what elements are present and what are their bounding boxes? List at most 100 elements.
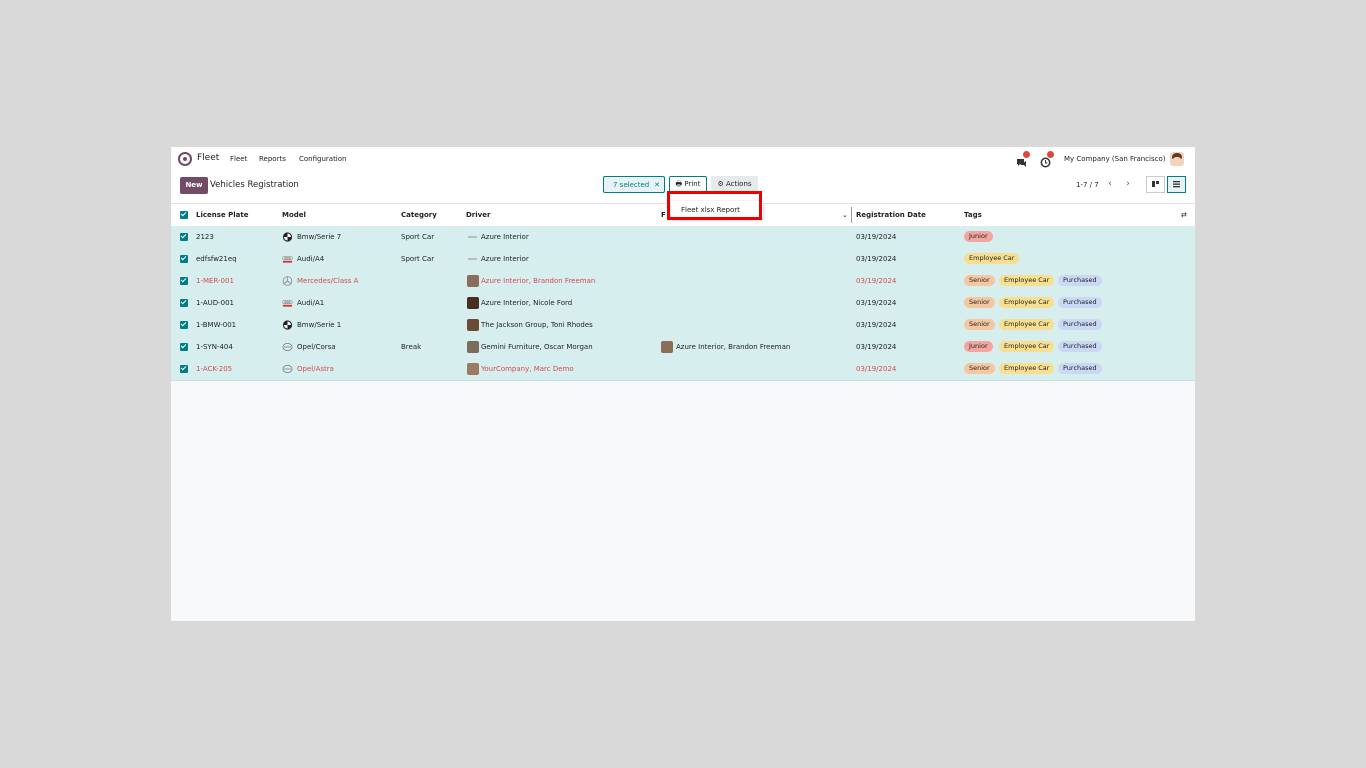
column-driver[interactable]: Driver	[466, 211, 490, 219]
activities-badge	[1047, 151, 1054, 158]
column-model[interactable]: Model	[282, 211, 306, 219]
app-name[interactable]: Fleet	[197, 153, 219, 163]
registration-date: 03/19/2024	[856, 233, 897, 241]
table-row[interactable]: 1-MER-001 Mercedes/Class A Azure Interio…	[171, 270, 1195, 293]
sort-chevron-down-icon[interactable]: ⌄	[842, 211, 848, 219]
table-row[interactable]: 2123 Bmw/Serie 7 Sport Car Azure Interio…	[171, 226, 1195, 249]
column-future-driver[interactable]: F	[661, 211, 666, 219]
model: Bmw/Serie 1	[297, 321, 342, 329]
license-plate: 1-ACK-205	[196, 365, 233, 373]
tag-senior: Senior	[964, 363, 995, 374]
pager-next-icon[interactable]: ›	[1120, 176, 1136, 193]
list-view-button[interactable]	[1167, 176, 1186, 193]
tag-employee-car: Employee Car	[964, 253, 1020, 264]
category: Sport Car	[401, 255, 435, 263]
tag-employee-car: Employee Car	[999, 297, 1055, 308]
mercedes-logo-icon	[282, 276, 293, 286]
menu-fleet[interactable]: Fleet	[230, 155, 247, 163]
top-navbar: Fleet Fleet Reports Configuration My Com…	[171, 147, 1195, 171]
bmw-logo-icon	[282, 320, 293, 330]
column-license-plate[interactable]: License Plate	[196, 211, 248, 219]
messages-icon[interactable]	[1016, 151, 1030, 167]
audi-logo-icon	[282, 300, 293, 307]
registration-date: 03/19/2024	[856, 321, 897, 329]
print-label: Print	[684, 180, 701, 188]
tag-purchased: Purchased	[1058, 297, 1102, 308]
table-row[interactable]: 1-BMW-001 Bmw/Serie 1 The Jackson Group,…	[171, 314, 1195, 337]
row-checkbox[interactable]	[180, 321, 188, 329]
driver: The Jackson Group, Toni Rhodes	[481, 321, 593, 329]
driver: Gemini Furniture, Oscar Morgan	[481, 343, 593, 351]
highlight-box	[667, 191, 762, 220]
opel-logo-icon	[282, 342, 293, 352]
pager-previous-icon[interactable]: ‹	[1102, 176, 1118, 193]
row-checkbox[interactable]	[180, 343, 188, 351]
clear-selection-icon[interactable]: ✕	[654, 177, 660, 194]
registration-date: 03/19/2024	[856, 365, 897, 373]
fleet-app-icon[interactable]	[178, 152, 192, 166]
table-row[interactable]: 1-SYN-404 Opel/Corsa Break Gemini Furnit…	[171, 336, 1195, 359]
driver: YourCompany, Marc Demo	[481, 365, 574, 373]
kanban-view-button[interactable]	[1146, 176, 1165, 193]
tag-senior: Senior	[964, 275, 995, 286]
column-registration-date[interactable]: Registration Date	[856, 211, 926, 219]
tag-senior: Senior	[964, 297, 995, 308]
opel-logo-icon	[282, 364, 293, 374]
printer-icon: 🖶	[675, 180, 683, 188]
row-checkbox[interactable]	[180, 365, 188, 373]
tag-purchased: Purchased	[1058, 275, 1102, 286]
company-logo-icon	[468, 236, 477, 238]
actions-label: Actions	[725, 180, 752, 188]
model: Mercedes/Class A	[297, 277, 359, 285]
future-driver: Azure Interior, Brandon Freeman	[676, 343, 791, 351]
row-checkbox[interactable]	[180, 299, 188, 307]
category: Break	[401, 343, 422, 351]
company-switcher[interactable]: My Company (San Francisco)	[1064, 155, 1165, 163]
bmw-logo-icon	[282, 232, 293, 242]
driver-avatar	[467, 319, 479, 331]
driver-avatar	[467, 341, 479, 353]
menu-reports[interactable]: Reports	[259, 155, 286, 163]
tag-employee-car: Employee Car	[999, 341, 1055, 352]
model: Bmw/Serie 7	[297, 233, 342, 241]
driver: Azure Interior, Brandon Freeman	[481, 277, 596, 285]
row-checkbox[interactable]	[180, 277, 188, 285]
activities-clock-icon[interactable]	[1040, 151, 1054, 168]
column-resize-handle[interactable]	[851, 207, 852, 223]
table-row[interactable]: 1-ACK-205 Opel/Astra YourCompany, Marc D…	[171, 358, 1195, 381]
selection-badge[interactable]: 7 selected ✕	[603, 176, 665, 193]
tag-junior: Junior	[964, 341, 993, 352]
select-all-checkbox[interactable]	[180, 211, 188, 219]
column-category[interactable]: Category	[401, 211, 437, 219]
row-checkbox[interactable]	[180, 255, 188, 263]
model: Opel/Corsa	[297, 343, 336, 351]
table-row[interactable]: 1-AUD-001 Audi/A1 Azure Interior, Nicole…	[171, 292, 1195, 315]
table-row[interactable]: edfsfw21eq Audi/A4 Sport Car Azure Inter…	[171, 248, 1195, 271]
license-plate: 1-BMW-001	[196, 321, 237, 329]
tag-purchased: Purchased	[1058, 341, 1102, 352]
model: Audi/A4	[297, 255, 325, 263]
driver: Azure Interior	[481, 255, 529, 263]
license-plate: edfsfw21eq	[196, 255, 237, 263]
page-title: Vehicles Registration	[210, 180, 299, 190]
driver-avatar	[467, 363, 479, 375]
gear-icon: ⚙	[717, 180, 724, 188]
column-tags[interactable]: Tags	[964, 211, 982, 219]
optional-columns-icon[interactable]: ⇄	[1181, 211, 1187, 219]
license-plate: 1-AUD-001	[196, 299, 235, 307]
model: Opel/Astra	[297, 365, 334, 373]
tag-junior: Junior	[964, 231, 993, 242]
row-checkbox[interactable]	[180, 233, 188, 241]
selected-count: 7 selected	[613, 181, 650, 189]
category: Sport Car	[401, 233, 435, 241]
new-button[interactable]: New	[180, 177, 208, 194]
driver-avatar	[467, 297, 479, 309]
user-avatar[interactable]	[1170, 152, 1184, 166]
registration-date: 03/19/2024	[856, 343, 897, 351]
tag-employee-car: Employee Car	[999, 363, 1055, 374]
tag-employee-car: Employee Car	[999, 319, 1055, 330]
menu-configuration[interactable]: Configuration	[299, 155, 346, 163]
model: Audi/A1	[297, 299, 325, 307]
pager-value[interactable]: 1-7 / 7	[1076, 181, 1099, 189]
driver: Azure Interior, Nicole Ford	[481, 299, 573, 307]
